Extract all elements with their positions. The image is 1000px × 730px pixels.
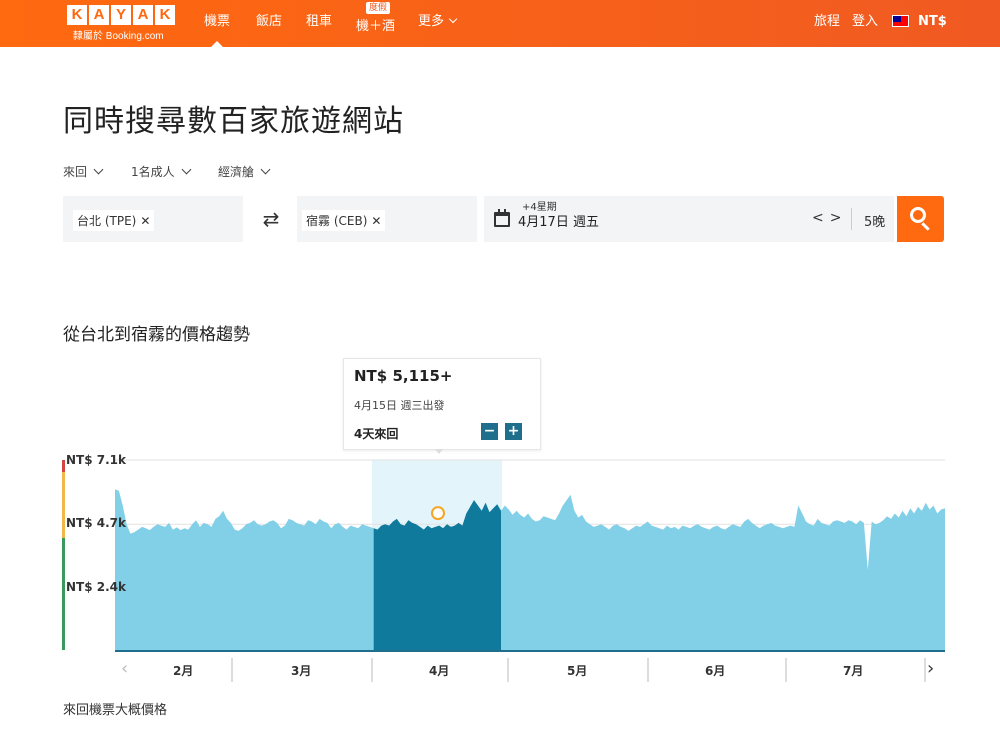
month-label: 5月 <box>567 664 588 678</box>
tooltip-date: 4月15日 週三出發 <box>354 399 445 412</box>
scale-segment <box>62 460 65 472</box>
month-label: 6月 <box>705 664 726 678</box>
price-tooltip: NT$ 5,115+ 4月15日 週三出發 4天來回 − + <box>343 358 541 450</box>
price-area <box>115 489 945 650</box>
y-tick-label: NT$ 4.7k <box>66 516 126 530</box>
month-label: 3月 <box>291 664 312 678</box>
price-color-scale <box>62 460 65 650</box>
month-label: 7月 <box>843 664 864 678</box>
month-label: 4月 <box>429 664 450 678</box>
chart-prev-icon[interactable]: ‹ <box>121 658 128 679</box>
chart-baseline <box>115 650 945 652</box>
y-tick-label: NT$ 2.4k <box>66 580 126 594</box>
tooltip-duration: 4天來回 <box>354 427 399 441</box>
selected-point[interactable] <box>431 506 445 521</box>
tooltip-pointer <box>435 449 443 454</box>
tooltip-price: NT$ 5,115+ <box>354 367 453 385</box>
increase-duration-button[interactable]: + <box>505 423 522 440</box>
month-label: 2月 <box>173 664 194 678</box>
scale-segment <box>62 472 65 538</box>
chart-next-icon[interactable]: › <box>927 658 934 679</box>
decrease-duration-button[interactable]: − <box>481 423 498 440</box>
scale-segment <box>62 538 65 650</box>
y-tick-label: NT$ 7.1k <box>66 453 126 467</box>
chart-footnote: 來回機票大概價格 <box>63 703 168 718</box>
